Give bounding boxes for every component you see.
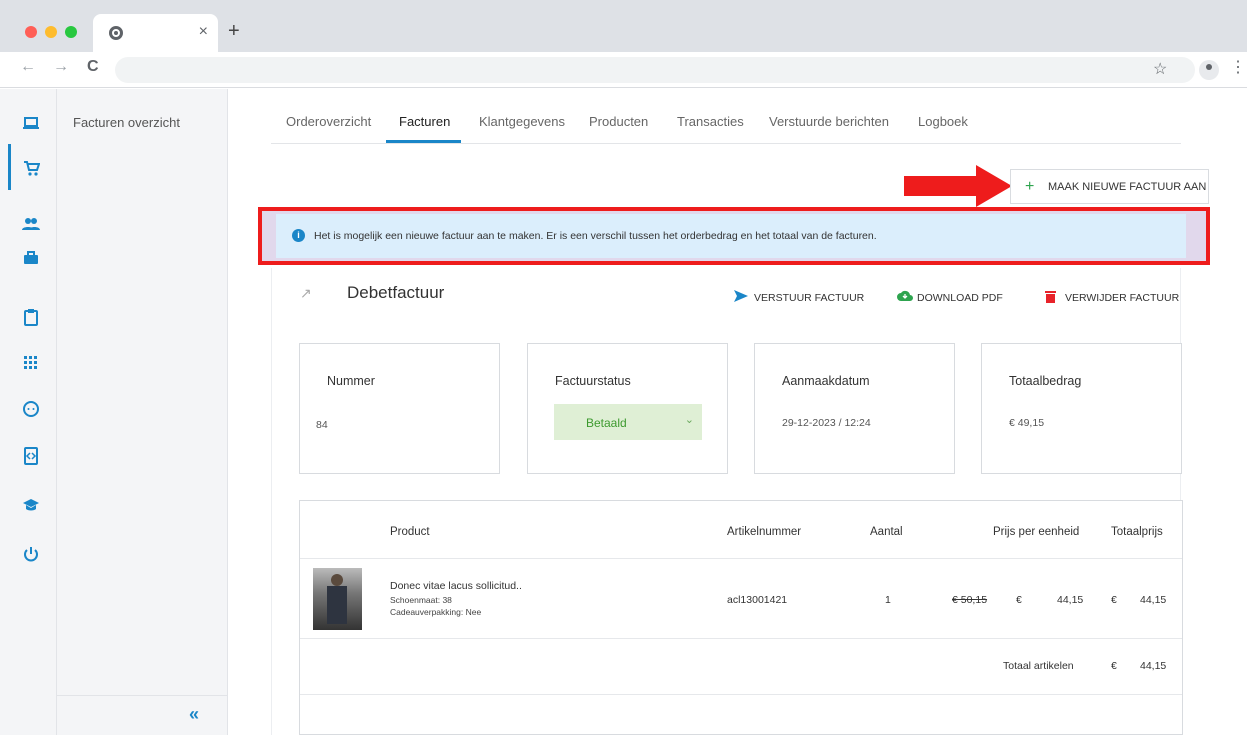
status-box: Factuurstatus Betaald ⌄	[527, 343, 728, 474]
date-value: 29-12-2023 / 12:24	[782, 417, 871, 429]
total-articles-label: Totaal artikelen	[1003, 660, 1074, 672]
date-label: Aanmaakdatum	[782, 374, 870, 388]
browser-menu-icon[interactable]: ⋮	[1230, 57, 1246, 77]
table-footer-row: Totaal artikelen € 44,15	[300, 638, 1182, 694]
send-invoice-button[interactable]: VERSTUUR FACTUUR	[734, 290, 865, 305]
chevron-down-icon: ⌄	[684, 414, 694, 426]
maximize-window-button[interactable]	[65, 26, 77, 38]
new-tab-button[interactable]: +	[228, 20, 240, 43]
product-size: Schoenmaat: 38	[390, 595, 452, 605]
tab-producten[interactable]: Producten	[589, 114, 648, 129]
tab-transacties[interactable]: Transacties	[677, 114, 744, 129]
unit-price-currency: €	[1016, 594, 1022, 606]
tab-verstuurde-berichten[interactable]: Verstuurde berichten	[769, 114, 889, 129]
download-pdf-button[interactable]: DOWNLOAD PDF	[897, 290, 1003, 305]
total-articles-value: 44,15	[1140, 660, 1167, 672]
total-price: 44,15	[1140, 594, 1167, 606]
collapse-row: «	[57, 695, 228, 735]
status-select[interactable]: Betaald ⌄	[554, 404, 702, 440]
invoice-lines-table: Product Artikelnummer Aantal Prijs per e…	[299, 500, 1183, 735]
order-tabs: Orderoverzicht Facturen Klantgegevens Pr…	[271, 104, 1181, 144]
active-indicator	[8, 144, 11, 190]
face-icon[interactable]	[22, 400, 40, 418]
table-empty-row	[300, 694, 1182, 734]
tab-klantgegevens[interactable]: Klantgegevens	[479, 114, 565, 129]
invoice-card: ↗ Debetfactuur VERSTUUR FACTUUR DOWNLOAD…	[271, 268, 1183, 735]
tab-logboek[interactable]: Logboek	[918, 114, 968, 129]
status-value: Betaald	[586, 416, 627, 430]
minimize-window-button[interactable]	[45, 26, 57, 38]
unit-price: 44,15	[1057, 594, 1084, 606]
tab-orderoverzicht[interactable]: Orderoverzicht	[286, 114, 371, 129]
close-window-button[interactable]	[25, 26, 37, 38]
address-bar[interactable]	[115, 57, 1195, 83]
date-box: Aanmaakdatum 29-12-2023 / 12:24	[754, 343, 955, 474]
bookmark-star-icon[interactable]: ☆	[1153, 59, 1167, 79]
total-articles-currency: €	[1111, 660, 1117, 672]
cloud-download-icon	[897, 290, 913, 305]
product-gift: Cadeauverpakking: Nee	[390, 607, 482, 617]
delete-invoice-label: VERWIJDER FACTUUR	[1065, 292, 1180, 304]
old-price: € 50,15	[952, 594, 988, 606]
header-prijs-per-eenheid: Prijs per eenheid	[993, 526, 1080, 538]
header-product: Product	[390, 526, 430, 538]
new-invoice-label: MAAK NIEUWE FACTUUR AAN	[1048, 181, 1207, 193]
laptop-icon[interactable]	[22, 114, 40, 132]
status-label: Factuurstatus	[555, 374, 631, 388]
number-box: Nummer 84	[299, 343, 500, 474]
number-label: Nummer	[327, 374, 375, 388]
cart-icon[interactable]	[22, 159, 41, 177]
icon-sidebar	[0, 89, 57, 735]
number-value: 84	[316, 419, 328, 431]
plus-icon: +	[1025, 178, 1035, 195]
product-thumbnail	[313, 568, 362, 630]
tab-facturen[interactable]: Facturen	[399, 114, 450, 129]
invoice-title: Debetfactuur	[347, 283, 445, 302]
new-invoice-button[interactable]: + MAAK NIEUWE FACTUUR AAN	[1010, 169, 1209, 204]
back-icon[interactable]: ←	[20, 58, 36, 76]
grid-icon[interactable]	[22, 354, 40, 372]
profile-avatar[interactable]	[1199, 60, 1219, 80]
download-pdf-label: DOWNLOAD PDF	[917, 292, 1003, 304]
collapse-sidebar-icon[interactable]: «	[189, 704, 199, 725]
product-sku: acl13001421	[727, 594, 788, 606]
graduation-icon[interactable]	[22, 496, 40, 514]
tab-close-icon[interactable]: ×	[199, 23, 208, 41]
sub-navigation: Facturen overzicht «	[57, 89, 228, 735]
delete-invoice-button[interactable]: VERWIJDER FACTUUR	[1045, 290, 1180, 306]
total-value: € 49,15	[1009, 417, 1045, 429]
browser-toolbar: ← → C ☆ ⋮	[0, 52, 1247, 88]
total-price-currency: €	[1111, 594, 1117, 606]
power-icon[interactable]	[22, 545, 40, 563]
total-label: Totaalbedrag	[1009, 374, 1082, 388]
active-tab-underline	[386, 140, 461, 143]
info-icon: i	[292, 229, 305, 242]
browser-tab[interactable]: ×	[93, 14, 218, 52]
users-icon[interactable]	[22, 215, 40, 233]
clipboard-icon[interactable]	[22, 308, 40, 326]
header-totaalprijs: Totaalprijs	[1111, 526, 1163, 538]
trend-icon: ↗	[300, 285, 312, 301]
send-icon	[734, 290, 748, 305]
info-banner-text: Het is mogelijk een nieuwe factuur aan t…	[314, 230, 877, 242]
header-aantal: Aantal	[870, 526, 903, 538]
send-invoice-label: VERSTUUR FACTUUR	[754, 292, 865, 304]
table-row: Donec vitae lacus sollicitud.. Schoenmaa…	[300, 558, 1182, 638]
forward-icon[interactable]: →	[53, 58, 69, 76]
briefcase-icon[interactable]	[22, 249, 40, 267]
annotation-frame: i Het is mogelijk een nieuwe factuur aan…	[258, 207, 1210, 265]
trash-icon	[1045, 290, 1056, 306]
info-banner: i Het is mogelijk een nieuwe factuur aan…	[276, 214, 1186, 258]
reload-icon[interactable]: C	[87, 58, 99, 76]
product-qty: 1	[885, 594, 891, 606]
red-arrow-annotation	[904, 165, 1012, 207]
subnav-item-facturen-overzicht[interactable]: Facturen overzicht	[73, 115, 180, 130]
code-icon[interactable]	[22, 447, 40, 465]
chrome-icon	[109, 26, 123, 40]
total-box: Totaalbedrag € 49,15	[981, 343, 1182, 474]
header-artikelnummer: Artikelnummer	[727, 526, 802, 538]
product-name[interactable]: Donec vitae lacus sollicitud..	[390, 580, 522, 592]
browser-titlebar: × +	[0, 0, 1247, 52]
